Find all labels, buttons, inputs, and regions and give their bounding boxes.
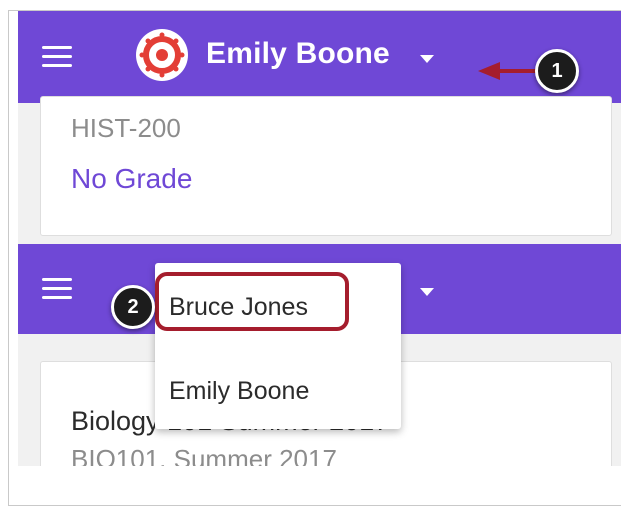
caret-down-icon[interactable] [420, 55, 434, 63]
callout-highlight-box [155, 272, 349, 331]
screenshot-frame: Emily Boone 1 HIST-200 No Grade Biology … [8, 10, 621, 506]
user-option-emily-boone[interactable]: Emily Boone [169, 377, 309, 406]
course-code: BIO101, Summer 2017 [71, 444, 337, 466]
app-screen: Emily Boone 1 HIST-200 No Grade Biology … [18, 11, 621, 466]
caret-down-icon[interactable] [420, 288, 434, 296]
course-code: HIST-200 [71, 113, 181, 143]
course-grade: No Grade [71, 163, 193, 194]
current-user-name[interactable]: Emily Boone [206, 37, 390, 71]
hamburger-menu-icon[interactable] [42, 278, 72, 300]
course-card-hist[interactable]: HIST-200 No Grade [40, 96, 612, 236]
callout-badge-2: 2 [111, 285, 155, 329]
canvas-logo-icon [136, 29, 188, 81]
hamburger-menu-icon[interactable] [42, 46, 72, 68]
top-app-bar: Emily Boone [18, 11, 621, 103]
canvas-logo-graphic [139, 32, 185, 78]
callout-arrow-head [478, 62, 500, 80]
callout-badge-1: 1 [535, 49, 579, 93]
